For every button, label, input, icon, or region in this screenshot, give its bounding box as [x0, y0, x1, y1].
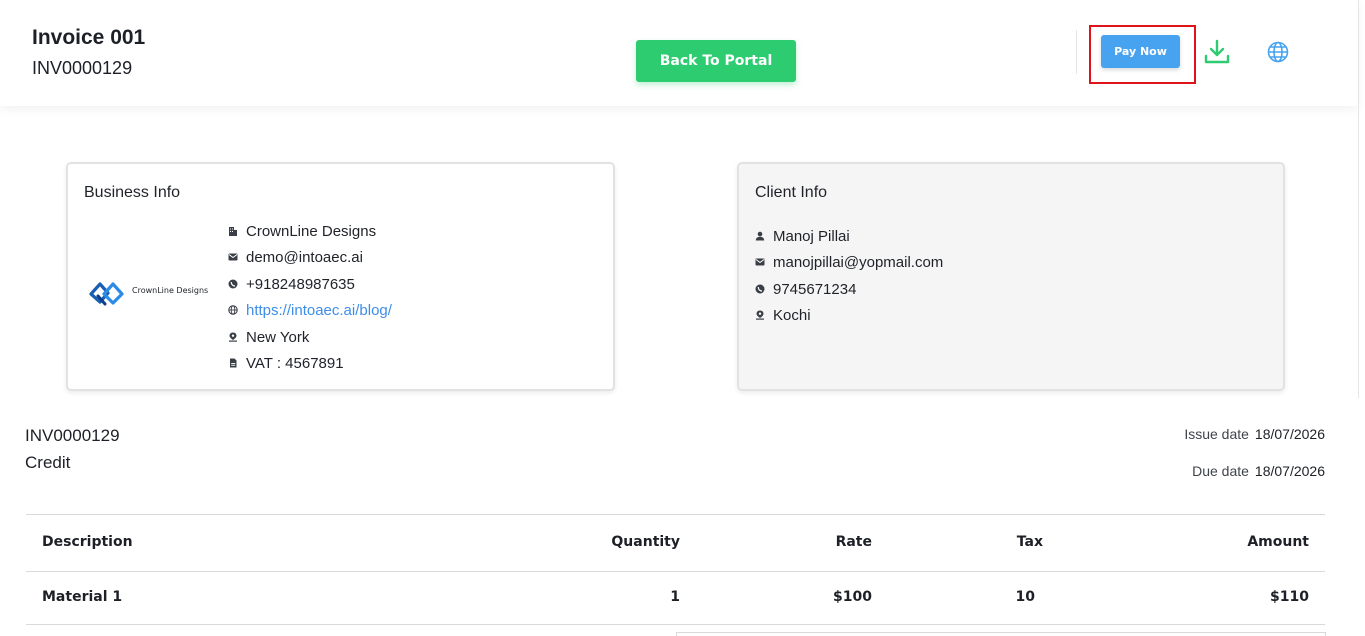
- table-header-border: [26, 571, 1325, 572]
- issue-date-value: 18/07/2026: [1254, 426, 1325, 442]
- business-email-row: demo@intoaec.ai: [228, 246, 363, 268]
- client-phone: 9745671234: [773, 280, 857, 298]
- invoice-number: INV0000129: [32, 58, 133, 78]
- document-icon: [230, 358, 237, 368]
- location-pin-icon: [229, 332, 237, 342]
- row-tax: 10: [1015, 589, 1035, 605]
- location-pin-icon: [756, 310, 764, 320]
- issue-date-row: Issue date 18/07/2026: [1184, 426, 1325, 442]
- business-vat: VAT : 4567891: [246, 354, 344, 372]
- invoice-header: Invoice 001 INV0000129 Back To Portal Pa…: [0, 0, 1358, 106]
- business-website-link[interactable]: https://intoaec.ai/blog/: [246, 302, 392, 319]
- summary-invoice-number: INV0000129: [25, 426, 120, 445]
- business-location-row: New York: [228, 326, 309, 348]
- client-name-row: Manoj Pillai: [755, 225, 850, 247]
- client-email-row: manojpillai@yopmail.com: [755, 251, 943, 273]
- envelope-icon: [228, 253, 238, 261]
- business-logo: CrownLine Designs: [88, 276, 213, 312]
- client-location-row: Kochi: [755, 304, 811, 326]
- row-amount: $110: [1270, 589, 1309, 605]
- header-tax: Tax: [1016, 534, 1043, 550]
- globe-icon[interactable]: [1267, 41, 1289, 63]
- summary-invoice-type: Credit: [25, 453, 71, 472]
- client-email: manojpillai@yopmail.com: [773, 253, 944, 271]
- business-name: CrownLine Designs: [246, 222, 377, 240]
- business-website-row: https://intoaec.ai/blog/: [228, 299, 392, 321]
- header-rate: Rate: [835, 534, 872, 550]
- pay-now-button[interactable]: Pay Now: [1101, 35, 1180, 68]
- envelope-icon: [755, 258, 765, 266]
- phone-icon: [755, 284, 765, 294]
- globe-small-icon: [228, 305, 238, 315]
- invoice-title: Invoice 001: [32, 26, 146, 49]
- header-description: Description: [42, 534, 133, 550]
- scrollbar-track: [1358, 0, 1359, 398]
- back-to-portal-button[interactable]: Back To Portal: [636, 40, 796, 82]
- header-amount: Amount: [1247, 534, 1309, 550]
- business-phone: +918248987635: [246, 275, 355, 293]
- business-phone-row: +918248987635: [228, 273, 355, 295]
- row-rate: $100: [833, 589, 872, 605]
- table-row-border: [26, 624, 1325, 625]
- crownline-logo-icon: [89, 282, 124, 306]
- row-description: Material 1: [42, 589, 123, 605]
- row-quantity: 1: [670, 589, 680, 605]
- client-info-card: Client Info Manoj Pillai manojpillai@yop…: [737, 162, 1285, 391]
- issue-date-label: Issue date: [1184, 426, 1249, 442]
- business-vat-row: VAT : 4567891: [228, 352, 344, 374]
- business-location: New York: [246, 328, 310, 346]
- business-name-row: CrownLine Designs: [228, 220, 376, 242]
- header-divider: [1076, 30, 1077, 74]
- client-phone-row: 9745671234: [755, 278, 856, 300]
- download-icon[interactable]: [1203, 38, 1231, 66]
- logo-text: CrownLine Designs: [132, 286, 209, 295]
- phone-icon: [228, 279, 238, 289]
- totals-box: [676, 632, 1326, 636]
- business-info-card: Business Info CrownLine Designs CrownLin…: [66, 162, 615, 391]
- table-top-border: [26, 514, 1325, 515]
- header-quantity: Quantity: [611, 534, 680, 550]
- client-info-title: Client Info: [755, 184, 828, 201]
- business-email: demo@intoaec.ai: [246, 248, 363, 266]
- due-date-row: Due date 18/07/2026: [1192, 463, 1325, 479]
- business-info-title: Business Info: [84, 184, 181, 201]
- client-location: Kochi: [773, 306, 811, 324]
- building-icon: [229, 227, 237, 236]
- user-icon: [755, 231, 765, 241]
- client-name: Manoj Pillai: [773, 227, 850, 245]
- due-date-label: Due date: [1192, 463, 1249, 479]
- due-date-value: 18/07/2026: [1254, 463, 1325, 479]
